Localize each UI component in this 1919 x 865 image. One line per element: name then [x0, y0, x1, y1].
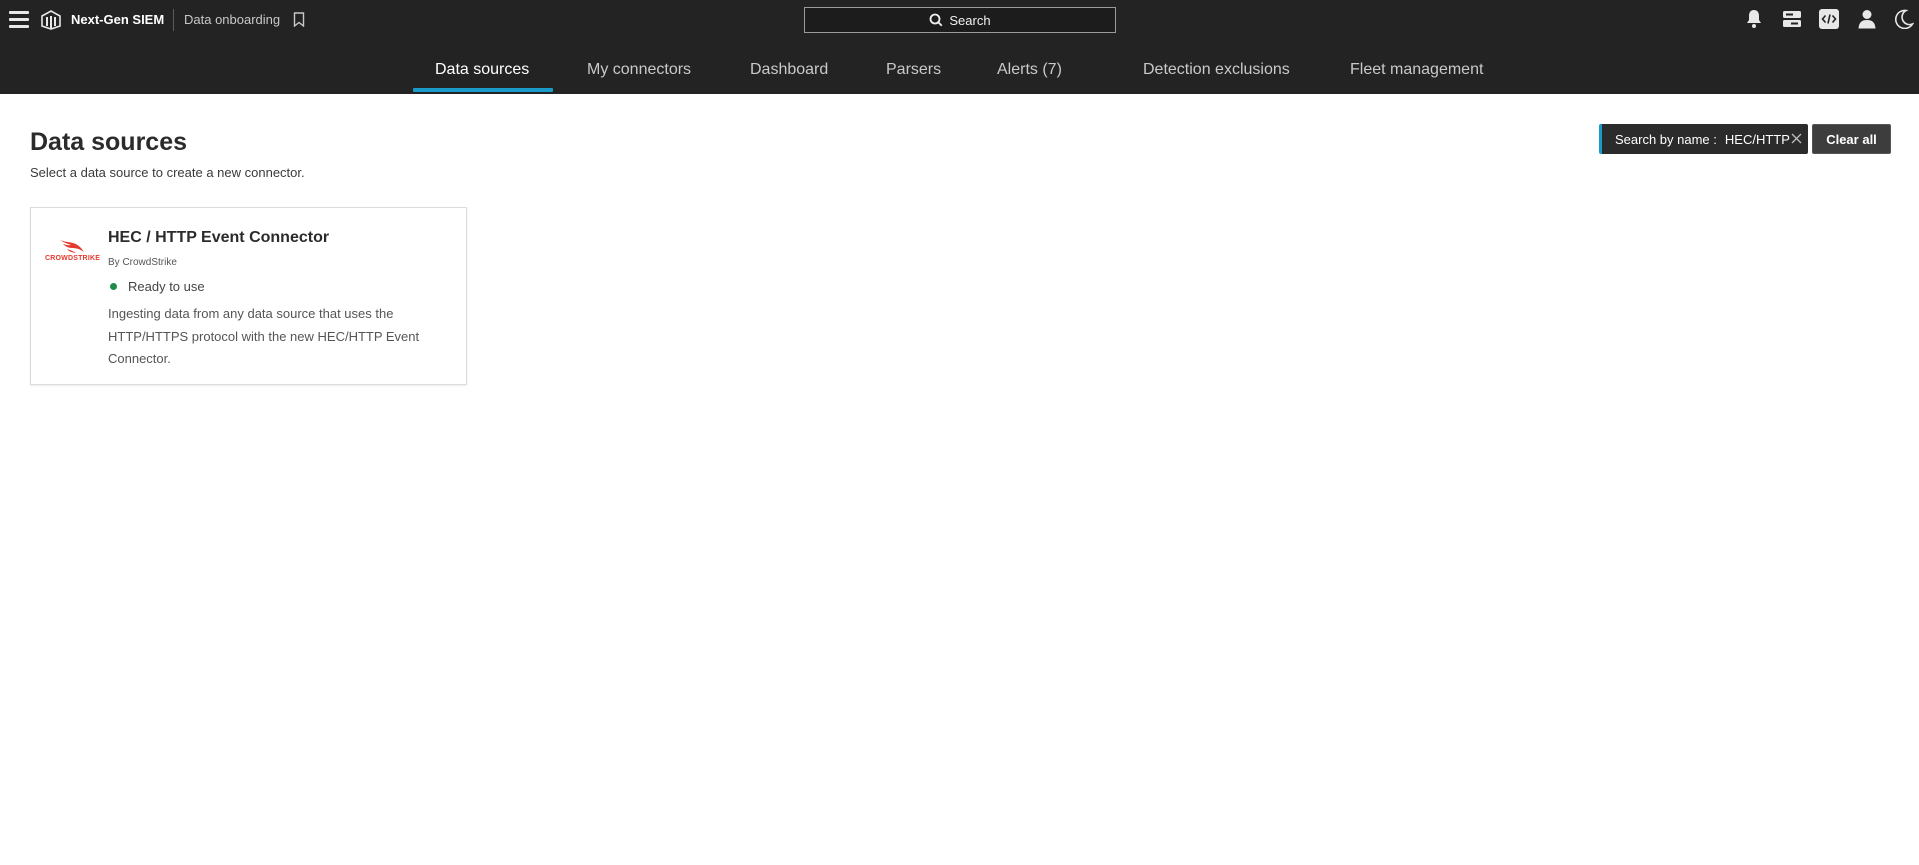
tab-parsers[interactable]: Parsers	[886, 61, 941, 79]
tab-dashboard[interactable]: Dashboard	[750, 61, 828, 79]
global-search-input[interactable]: Search	[804, 7, 1116, 33]
bookmark-icon[interactable]	[293, 12, 305, 27]
page-title: Data sources	[30, 128, 188, 156]
card-vendor: By CrowdStrike	[108, 257, 177, 268]
tab-fleet-management[interactable]: Fleet management	[1350, 61, 1483, 79]
clear-all-button[interactable]: Clear all	[1812, 124, 1891, 154]
search-label: Search	[949, 12, 991, 28]
data-source-card[interactable]: CROWDSTRIKE HEC / HTTP Event Connector B…	[30, 207, 467, 385]
card-title[interactable]: HEC / HTTP Event Connector	[108, 229, 329, 247]
tab-my-connectors[interactable]: My connectors	[587, 61, 691, 79]
falcon-logo-icon[interactable]	[40, 8, 62, 30]
crowdstrike-wordmark: CROWDSTRIKE	[45, 255, 101, 262]
active-tab-indicator	[413, 88, 553, 92]
code-icon[interactable]	[1818, 8, 1840, 30]
tab-alerts[interactable]: Alerts (7)	[997, 61, 1062, 79]
search-icon	[929, 13, 943, 27]
menu-icon[interactable]	[9, 11, 29, 29]
top-bar: Next-Gen SIEM Data onboarding Search Dat…	[0, 0, 1919, 94]
main-tabs: Data sources My connectors Dashboard Par…	[0, 54, 1919, 94]
card-status: Ready to use	[108, 279, 205, 294]
filter-chip-label: Search by name :	[1615, 131, 1717, 147]
tab-detection-exclusions[interactable]: Detection exclusions	[1143, 61, 1290, 79]
app-name[interactable]: Next-Gen SIEM	[71, 12, 164, 27]
breadcrumb[interactable]: Data onboarding	[184, 12, 280, 27]
status-dot-icon	[110, 283, 117, 290]
page-subtitle: Select a data source to create a new con…	[30, 165, 305, 180]
crowdstrike-logo: CROWDSTRIKE	[45, 238, 101, 266]
tab-data-sources[interactable]: Data sources	[435, 61, 529, 79]
bell-icon[interactable]	[1743, 8, 1765, 30]
status-text: Ready to use	[128, 279, 205, 294]
messages-icon[interactable]	[1781, 8, 1803, 30]
header-row: Next-Gen SIEM Data onboarding Search	[0, 0, 1919, 40]
falcon-bird-icon	[60, 240, 84, 253]
header-divider	[173, 9, 174, 31]
user-icon[interactable]	[1856, 8, 1878, 30]
filter-chip[interactable]: Search by name : HEC/HTTP	[1599, 124, 1808, 154]
card-description: Ingesting data from any data source that…	[108, 306, 420, 366]
moon-icon[interactable]	[1893, 8, 1915, 30]
filter-chip-value: HEC/HTTP	[1724, 131, 1790, 147]
close-icon[interactable]	[1791, 133, 1802, 144]
